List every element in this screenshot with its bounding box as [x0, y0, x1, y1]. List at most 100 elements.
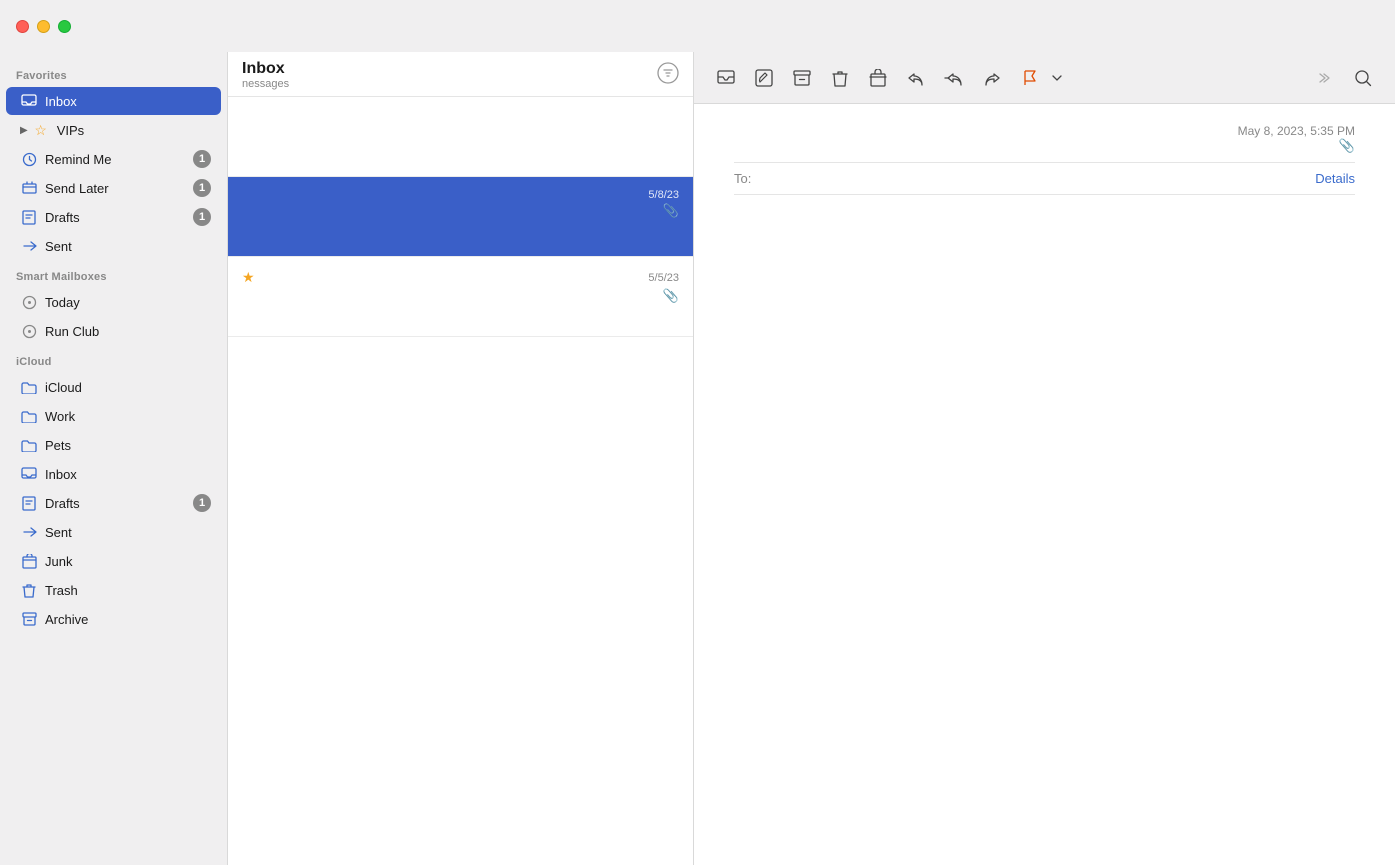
email-detail-date: May 8, 2023, 5:35 PM: [1238, 124, 1355, 138]
sidebar-pets-label: Pets: [45, 438, 71, 453]
remind-me-badge: 1: [193, 150, 211, 168]
vips-chevron-icon: ▶: [20, 125, 28, 136]
email-date-row: ★ 5/5/23: [242, 269, 679, 286]
send-later-badge: 1: [193, 179, 211, 197]
inbox-title-group: Inbox nessages: [242, 60, 289, 90]
sidebar-icloud-drafts-label: Drafts: [45, 496, 80, 511]
sidebar-send-later-label: Send Later: [45, 181, 109, 196]
smart-mailboxes-label: Smart Mailboxes: [0, 261, 227, 287]
sidebar-trash-label: Trash: [45, 583, 78, 598]
email-item[interactable]: 5/8/23 📎: [228, 177, 693, 257]
sidebar-item-icloud-drafts[interactable]: Drafts 1: [6, 489, 221, 517]
sidebar-sent-label: Sent: [45, 239, 72, 254]
email-to-row: To: Details: [734, 162, 1355, 195]
sidebar-item-remind-me[interactable]: Remind Me 1: [6, 145, 221, 173]
sidebar-icloud-label: iCloud: [45, 380, 82, 395]
star-icon: ☆: [32, 122, 50, 139]
icloud-label: iCloud: [0, 346, 227, 372]
sidebar-item-icloud-sent[interactable]: Sent: [6, 518, 221, 546]
icloud-drafts-icon: [20, 496, 38, 511]
sidebar-work-label: Work: [45, 409, 75, 424]
more-actions-button[interactable]: [1309, 62, 1341, 94]
email-details-link[interactable]: Details: [1315, 171, 1355, 186]
delete-button[interactable]: [824, 62, 856, 94]
email-date-row: 5/8/23: [242, 189, 679, 201]
toolbar: [694, 52, 1395, 104]
email-date: 5/8/23: [648, 189, 679, 201]
email-to-label: To:: [734, 171, 751, 186]
flag-button[interactable]: [1014, 62, 1046, 94]
sidebar-remind-me-label: Remind Me: [45, 152, 111, 167]
forward-button[interactable]: [976, 62, 1008, 94]
sidebar-drafts-label: Drafts: [45, 210, 80, 225]
reply-button[interactable]: [900, 62, 932, 94]
maximize-button[interactable]: [58, 20, 71, 33]
middle-header: Inbox nessages: [228, 52, 693, 97]
favorites-label: Favorites: [0, 60, 227, 86]
close-button[interactable]: [16, 20, 29, 33]
sidebar-item-junk[interactable]: Junk: [6, 547, 221, 575]
archive-button[interactable]: [786, 62, 818, 94]
titlebar: [0, 0, 1395, 52]
sidebar-vips-label: VIPs: [57, 123, 84, 138]
compose-button[interactable]: [748, 62, 780, 94]
today-icon: [20, 295, 38, 310]
trash-icon: [20, 583, 38, 598]
archive-icon: [20, 612, 38, 626]
attachment-icon: 📎: [663, 288, 679, 304]
run-club-icon: [20, 324, 38, 339]
reply-all-button[interactable]: [938, 62, 970, 94]
email-date: 5/5/23: [648, 272, 679, 284]
email-item[interactable]: ★ 5/5/23 📎: [228, 257, 693, 337]
clock-icon: [20, 152, 38, 167]
sidebar-icloud-inbox-label: Inbox: [45, 467, 77, 482]
drafts-icon: [20, 210, 38, 225]
sidebar-item-run-club[interactable]: Run Club: [6, 317, 221, 345]
sidebar-inbox-label: Inbox: [45, 94, 77, 109]
inbox-title: Inbox: [242, 60, 289, 78]
sidebar-today-label: Today: [45, 295, 80, 310]
sidebar-item-icloud[interactable]: iCloud: [6, 373, 221, 401]
sidebar-item-send-later[interactable]: Send Later 1: [6, 174, 221, 202]
sidebar-item-work[interactable]: Work: [6, 402, 221, 430]
email-detail-pane: May 8, 2023, 5:35 PM 📎 To: Details: [694, 52, 1395, 865]
icloud-sent-icon: [20, 525, 38, 539]
sidebar-item-today[interactable]: Today: [6, 288, 221, 316]
inbox-subtitle: nessages: [242, 78, 289, 90]
sidebar-archive-label: Archive: [45, 612, 88, 627]
email-detail: May 8, 2023, 5:35 PM 📎 To: Details: [694, 104, 1395, 865]
email-detail-header: May 8, 2023, 5:35 PM 📎: [734, 124, 1355, 154]
junk-button[interactable]: [862, 62, 894, 94]
new-message-button[interactable]: [710, 62, 742, 94]
sidebar-item-icloud-inbox[interactable]: Inbox: [6, 460, 221, 488]
email-item[interactable]: [228, 97, 693, 177]
sidebar: Favorites Inbox ▶ ☆ VIPs Remind Me 1: [0, 52, 228, 865]
icloud-drafts-badge: 1: [193, 494, 211, 512]
star-icon: ★: [242, 269, 255, 286]
email-list-pane: Inbox nessages 5/8/23: [228, 52, 694, 865]
sidebar-junk-label: Junk: [45, 554, 72, 569]
drafts-badge: 1: [193, 208, 211, 226]
sidebar-icloud-sent-label: Sent: [45, 525, 72, 540]
attachment-icon: 📎: [663, 203, 679, 219]
sidebar-item-sent[interactable]: Sent: [6, 232, 221, 260]
work-folder-icon: [20, 410, 38, 423]
filter-icon[interactable]: [657, 62, 679, 89]
search-button[interactable]: [1347, 62, 1379, 94]
junk-icon: [20, 554, 38, 569]
inbox-icon: [20, 94, 38, 108]
sidebar-item-vips[interactable]: ▶ ☆ VIPs: [6, 116, 221, 144]
email-detail-attachment-icon: 📎: [1238, 138, 1355, 154]
folder-icon: [20, 381, 38, 394]
sent-icon: [20, 239, 38, 253]
minimize-button[interactable]: [37, 20, 50, 33]
email-list: 5/8/23 📎 ★ 5/5/23 📎: [228, 97, 693, 865]
sidebar-item-archive[interactable]: Archive: [6, 605, 221, 633]
sidebar-item-trash[interactable]: Trash: [6, 576, 221, 604]
email-meta: May 8, 2023, 5:35 PM 📎: [1238, 124, 1355, 154]
sidebar-item-pets[interactable]: Pets: [6, 431, 221, 459]
sidebar-item-inbox[interactable]: Inbox: [6, 87, 221, 115]
flag-dropdown[interactable]: [1052, 75, 1062, 81]
sidebar-item-drafts[interactable]: Drafts 1: [6, 203, 221, 231]
pets-folder-icon: [20, 439, 38, 452]
